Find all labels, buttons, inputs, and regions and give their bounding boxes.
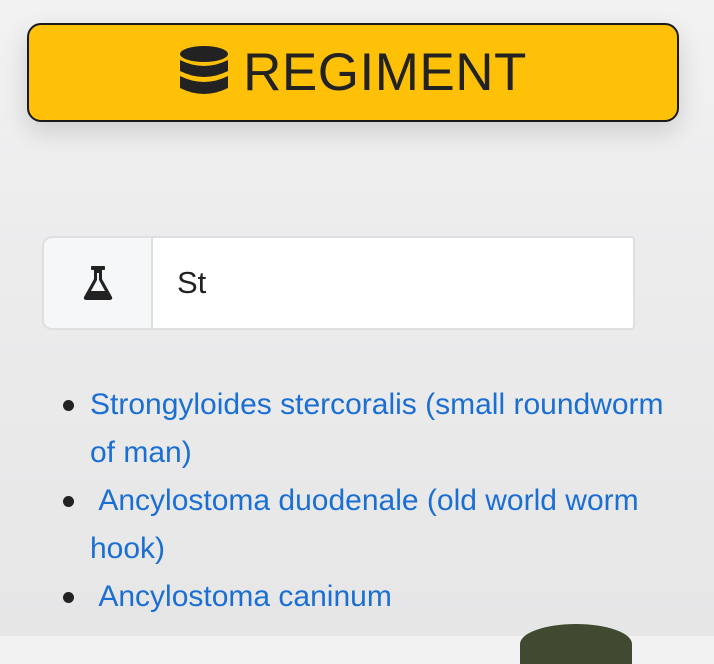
result-link[interactable]: Ancylostoma caninum [90,580,391,613]
list-item: Strongyloides stercoralis (small roundwo… [0,381,714,477]
regiment-header-button[interactable]: REGIMENT [27,23,679,122]
result-link[interactable]: Ancylostoma duodenale (old world worm ho… [90,484,647,565]
result-link[interactable]: Strongyloides stercoralis (small roundwo… [90,388,672,469]
search-input[interactable] [153,236,635,330]
list-item: Ancylostoma caninum [0,573,714,621]
results-list: Strongyloides stercoralis (small roundwo… [0,381,714,621]
list-item: Ancylostoma duodenale (old world worm ho… [0,477,714,573]
flask-icon [83,266,113,300]
database-icon [179,45,229,101]
search-group [42,236,635,330]
decorative-image-edge [520,624,632,664]
app-title: REGIMENT [243,43,527,102]
search-addon [42,236,153,330]
